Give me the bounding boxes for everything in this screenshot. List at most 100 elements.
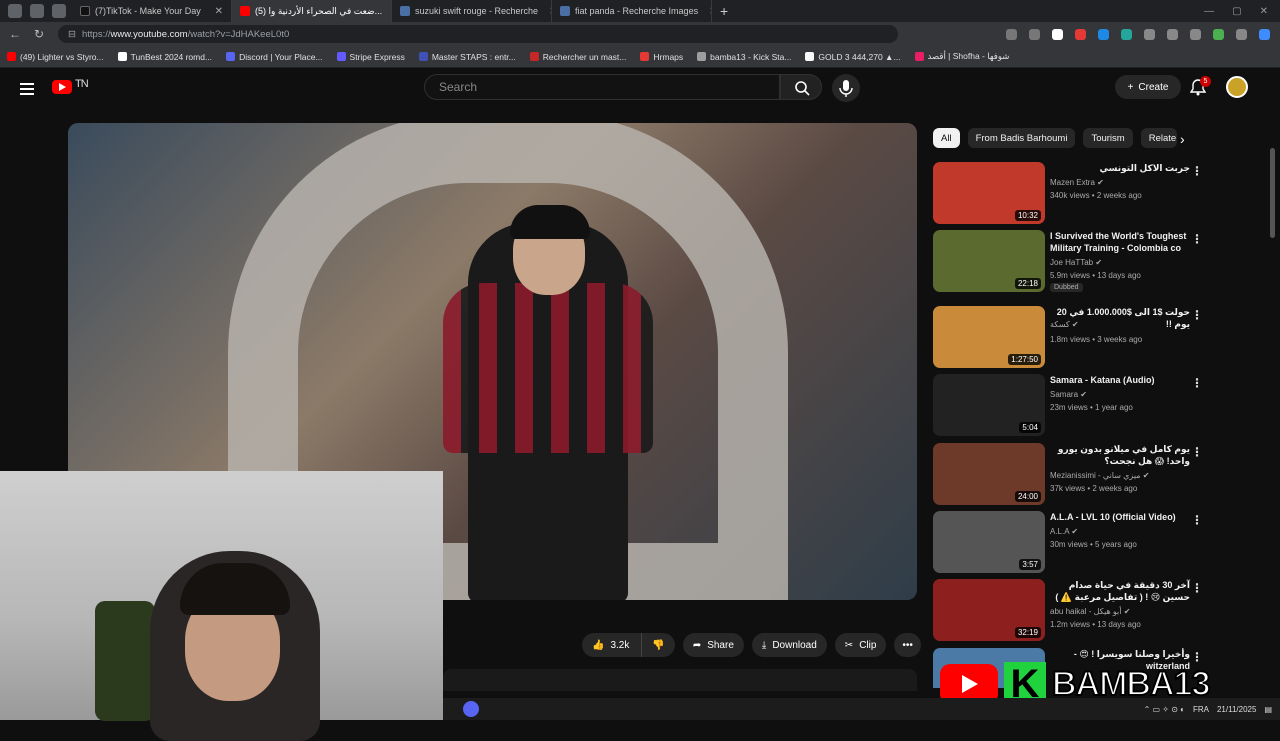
- language-indicator[interactable]: FRA: [1193, 705, 1209, 714]
- more-actions-button[interactable]: •••: [894, 633, 921, 657]
- copilot-icon[interactable]: [1259, 28, 1270, 40]
- recommendation-item[interactable]: 3:57 A.L.A - LVL 10 (Official Video) A.L…: [933, 511, 1253, 573]
- channel-name[interactable]: Samara ✔: [1050, 390, 1087, 399]
- system-tray-icons[interactable]: ⌃ ▭ ✧ ⊙ ◐: [1144, 705, 1185, 714]
- site-info-icon[interactable]: ⊟: [68, 29, 76, 40]
- more-vertical-icon[interactable]: ⋮: [1191, 513, 1203, 527]
- dislike-button[interactable]: 👎: [641, 633, 675, 657]
- chip-from-channel[interactable]: From Badis Barhoumi: [967, 128, 1076, 148]
- more-vertical-icon[interactable]: ⋮: [1191, 445, 1203, 459]
- download-icon: ⤓: [761, 639, 767, 651]
- youtube-logo-icon[interactable]: [52, 80, 72, 94]
- video-title[interactable]: آخر 30 دقيقة في حياة صدام حسين 😢 ! ( تفا…: [1050, 579, 1190, 603]
- more-vertical-icon[interactable]: ⋮: [1191, 164, 1203, 178]
- more-vertical-icon[interactable]: ⋮: [1191, 581, 1203, 595]
- reload-icon[interactable]: ↻: [30, 27, 48, 41]
- workspaces-icon[interactable]: [30, 4, 44, 18]
- search-button[interactable]: [780, 74, 822, 100]
- tab-fiat-search[interactable]: fiat panda - Recherche Images ✕: [552, 0, 712, 22]
- star-icon[interactable]: [1029, 28, 1040, 40]
- chevron-right-icon[interactable]: ›: [1180, 131, 1185, 147]
- tab-tiktok[interactable]: (7)TikTok - Make Your Day ✕: [72, 0, 232, 22]
- channel-name[interactable]: كسكة ✔: [1050, 320, 1079, 329]
- bookmark-item[interactable]: bamba13 - Kick Sta...: [690, 52, 798, 62]
- channel-name[interactable]: Mezianissimi - ميزي ساني ✔: [1050, 471, 1149, 480]
- recommendation-item[interactable]: 1:27:50 حولت $1 الى $1.000.000 في 20 يوم…: [933, 306, 1253, 368]
- chip-all[interactable]: All: [933, 128, 960, 148]
- clip-button[interactable]: ✂ Clip: [834, 633, 887, 657]
- more-vertical-icon[interactable]: ⋮: [1191, 232, 1203, 246]
- bookmark-item[interactable]: Hrmaps: [633, 52, 690, 62]
- video-title[interactable]: جربت الاكل التونسي: [1050, 162, 1190, 174]
- bookmark-item[interactable]: Master STAPS : entr...: [412, 52, 523, 62]
- extension-icon[interactable]: [1121, 28, 1132, 40]
- description-box[interactable]: [443, 669, 917, 691]
- sync-icon[interactable]: [1144, 28, 1155, 40]
- bookmark-item[interactable]: Rechercher un mast...: [523, 52, 634, 62]
- menu-icon[interactable]: [20, 80, 34, 98]
- menu-icon[interactable]: [1236, 28, 1247, 40]
- clock-date[interactable]: 21/11/2025: [1217, 705, 1256, 714]
- tab-suzuki-search[interactable]: suzuki swift rouge - Recherche ✕: [392, 0, 552, 22]
- account-avatar[interactable]: [1226, 76, 1248, 98]
- extension-icon[interactable]: [1006, 28, 1017, 40]
- channel-name[interactable]: Joe HaTTab ✔: [1050, 258, 1102, 267]
- chip-related[interactable]: Relate: [1140, 128, 1177, 148]
- search-input[interactable]: Search: [424, 74, 780, 100]
- share-button[interactable]: ➦ Share: [682, 633, 744, 657]
- video-thumbnail[interactable]: 5:04: [933, 374, 1045, 436]
- minimize-icon[interactable]: —: [1204, 6, 1214, 17]
- voice-search-button[interactable]: [832, 74, 860, 102]
- profile-icon[interactable]: [8, 4, 22, 18]
- video-thumbnail[interactable]: 1:27:50: [933, 306, 1045, 368]
- channel-name[interactable]: abu haikal - أبو هيكل ✔: [1050, 607, 1130, 616]
- chip-tourism[interactable]: Tourism: [1083, 128, 1133, 148]
- discord-app-icon[interactable]: [463, 701, 479, 717]
- like-button[interactable]: 👍 3.2k: [582, 633, 642, 657]
- url-field[interactable]: ⊟ https://www.youtube.com/watch?v=JdHAKe…: [58, 25, 898, 43]
- video-thumbnail[interactable]: 22:18: [933, 230, 1045, 292]
- channel-name[interactable]: A.L.A ✔: [1050, 527, 1078, 536]
- video-thumbnail[interactable]: 32:19: [933, 579, 1045, 641]
- more-vertical-icon[interactable]: ⋮: [1191, 308, 1203, 322]
- video-title[interactable]: يوم كامل في ميلانو بدون يورو واحد! 😱 هل …: [1050, 443, 1190, 467]
- download-button[interactable]: ⤓ Download: [751, 633, 827, 657]
- back-icon[interactable]: ←: [6, 27, 24, 41]
- maximize-icon[interactable]: ▢: [1232, 6, 1241, 17]
- close-tab-icon[interactable]: ✕: [209, 6, 223, 17]
- video-thumbnail[interactable]: 3:57: [933, 511, 1045, 573]
- extension-icon[interactable]: [1075, 28, 1086, 40]
- recommendation-item[interactable]: 32:19 آخر 30 دقيقة في حياة صدام حسين 😢 !…: [933, 579, 1253, 641]
- bookmark-item[interactable]: Discord | Your Place...: [219, 52, 329, 62]
- new-tab-button[interactable]: +: [720, 3, 728, 19]
- create-button[interactable]: + Create: [1115, 75, 1181, 99]
- vpn-icon[interactable]: [1213, 28, 1224, 40]
- channel-name[interactable]: Mazen Extra ✔: [1050, 178, 1104, 187]
- split-view-icon[interactable]: [1167, 28, 1178, 40]
- extension-icon[interactable]: [1098, 28, 1109, 40]
- recommendation-item[interactable]: 22:18 I Survived the World's Toughest Mi…: [933, 230, 1253, 292]
- video-title[interactable]: Samara - Katana (Audio): [1050, 374, 1190, 386]
- bookmark-item[interactable]: GOLD 3 444,270 ▲...: [798, 52, 907, 62]
- scrollbar[interactable]: [1270, 148, 1275, 238]
- close-tab-icon[interactable]: ✕: [543, 6, 551, 17]
- bookmark-item[interactable]: TunBest 2024 romd...: [111, 52, 219, 62]
- bookmark-item[interactable]: Stripe Express: [330, 52, 412, 62]
- download-icon[interactable]: [1190, 28, 1201, 40]
- recommendation-item[interactable]: 10:32 جربت الاكل التونسي Mazen Extra ✔ 3…: [933, 162, 1253, 224]
- video-thumbnail[interactable]: 10:32: [933, 162, 1045, 224]
- tab-youtube[interactable]: (5) ضعت في الصحراء الأردنية وا... ✕: [232, 0, 392, 22]
- more-vertical-icon[interactable]: ⋮: [1191, 376, 1203, 390]
- recommendation-item[interactable]: 5:04 Samara - Katana (Audio) Samara ✔ 23…: [933, 374, 1253, 436]
- bookmark-item[interactable]: أقصد | Shofha - شوفها: [908, 51, 1017, 62]
- close-window-icon[interactable]: ✕: [1260, 6, 1268, 17]
- recommendation-item[interactable]: 24:00 يوم كامل في ميلانو بدون يورو واحد!…: [933, 443, 1253, 505]
- extension-icon[interactable]: [1052, 28, 1063, 40]
- close-tab-icon[interactable]: ✕: [703, 6, 711, 17]
- video-thumbnail[interactable]: 24:00: [933, 443, 1045, 505]
- video-title[interactable]: A.L.A - LVL 10 (Official Video): [1050, 511, 1190, 523]
- bookmark-item[interactable]: (49) Lighter vs Styro...: [0, 52, 111, 62]
- video-title[interactable]: I Survived the World's Toughest Military…: [1050, 230, 1190, 254]
- tab-actions-icon[interactable]: [52, 4, 66, 18]
- notifications-icon[interactable]: ▤: [1264, 705, 1272, 714]
